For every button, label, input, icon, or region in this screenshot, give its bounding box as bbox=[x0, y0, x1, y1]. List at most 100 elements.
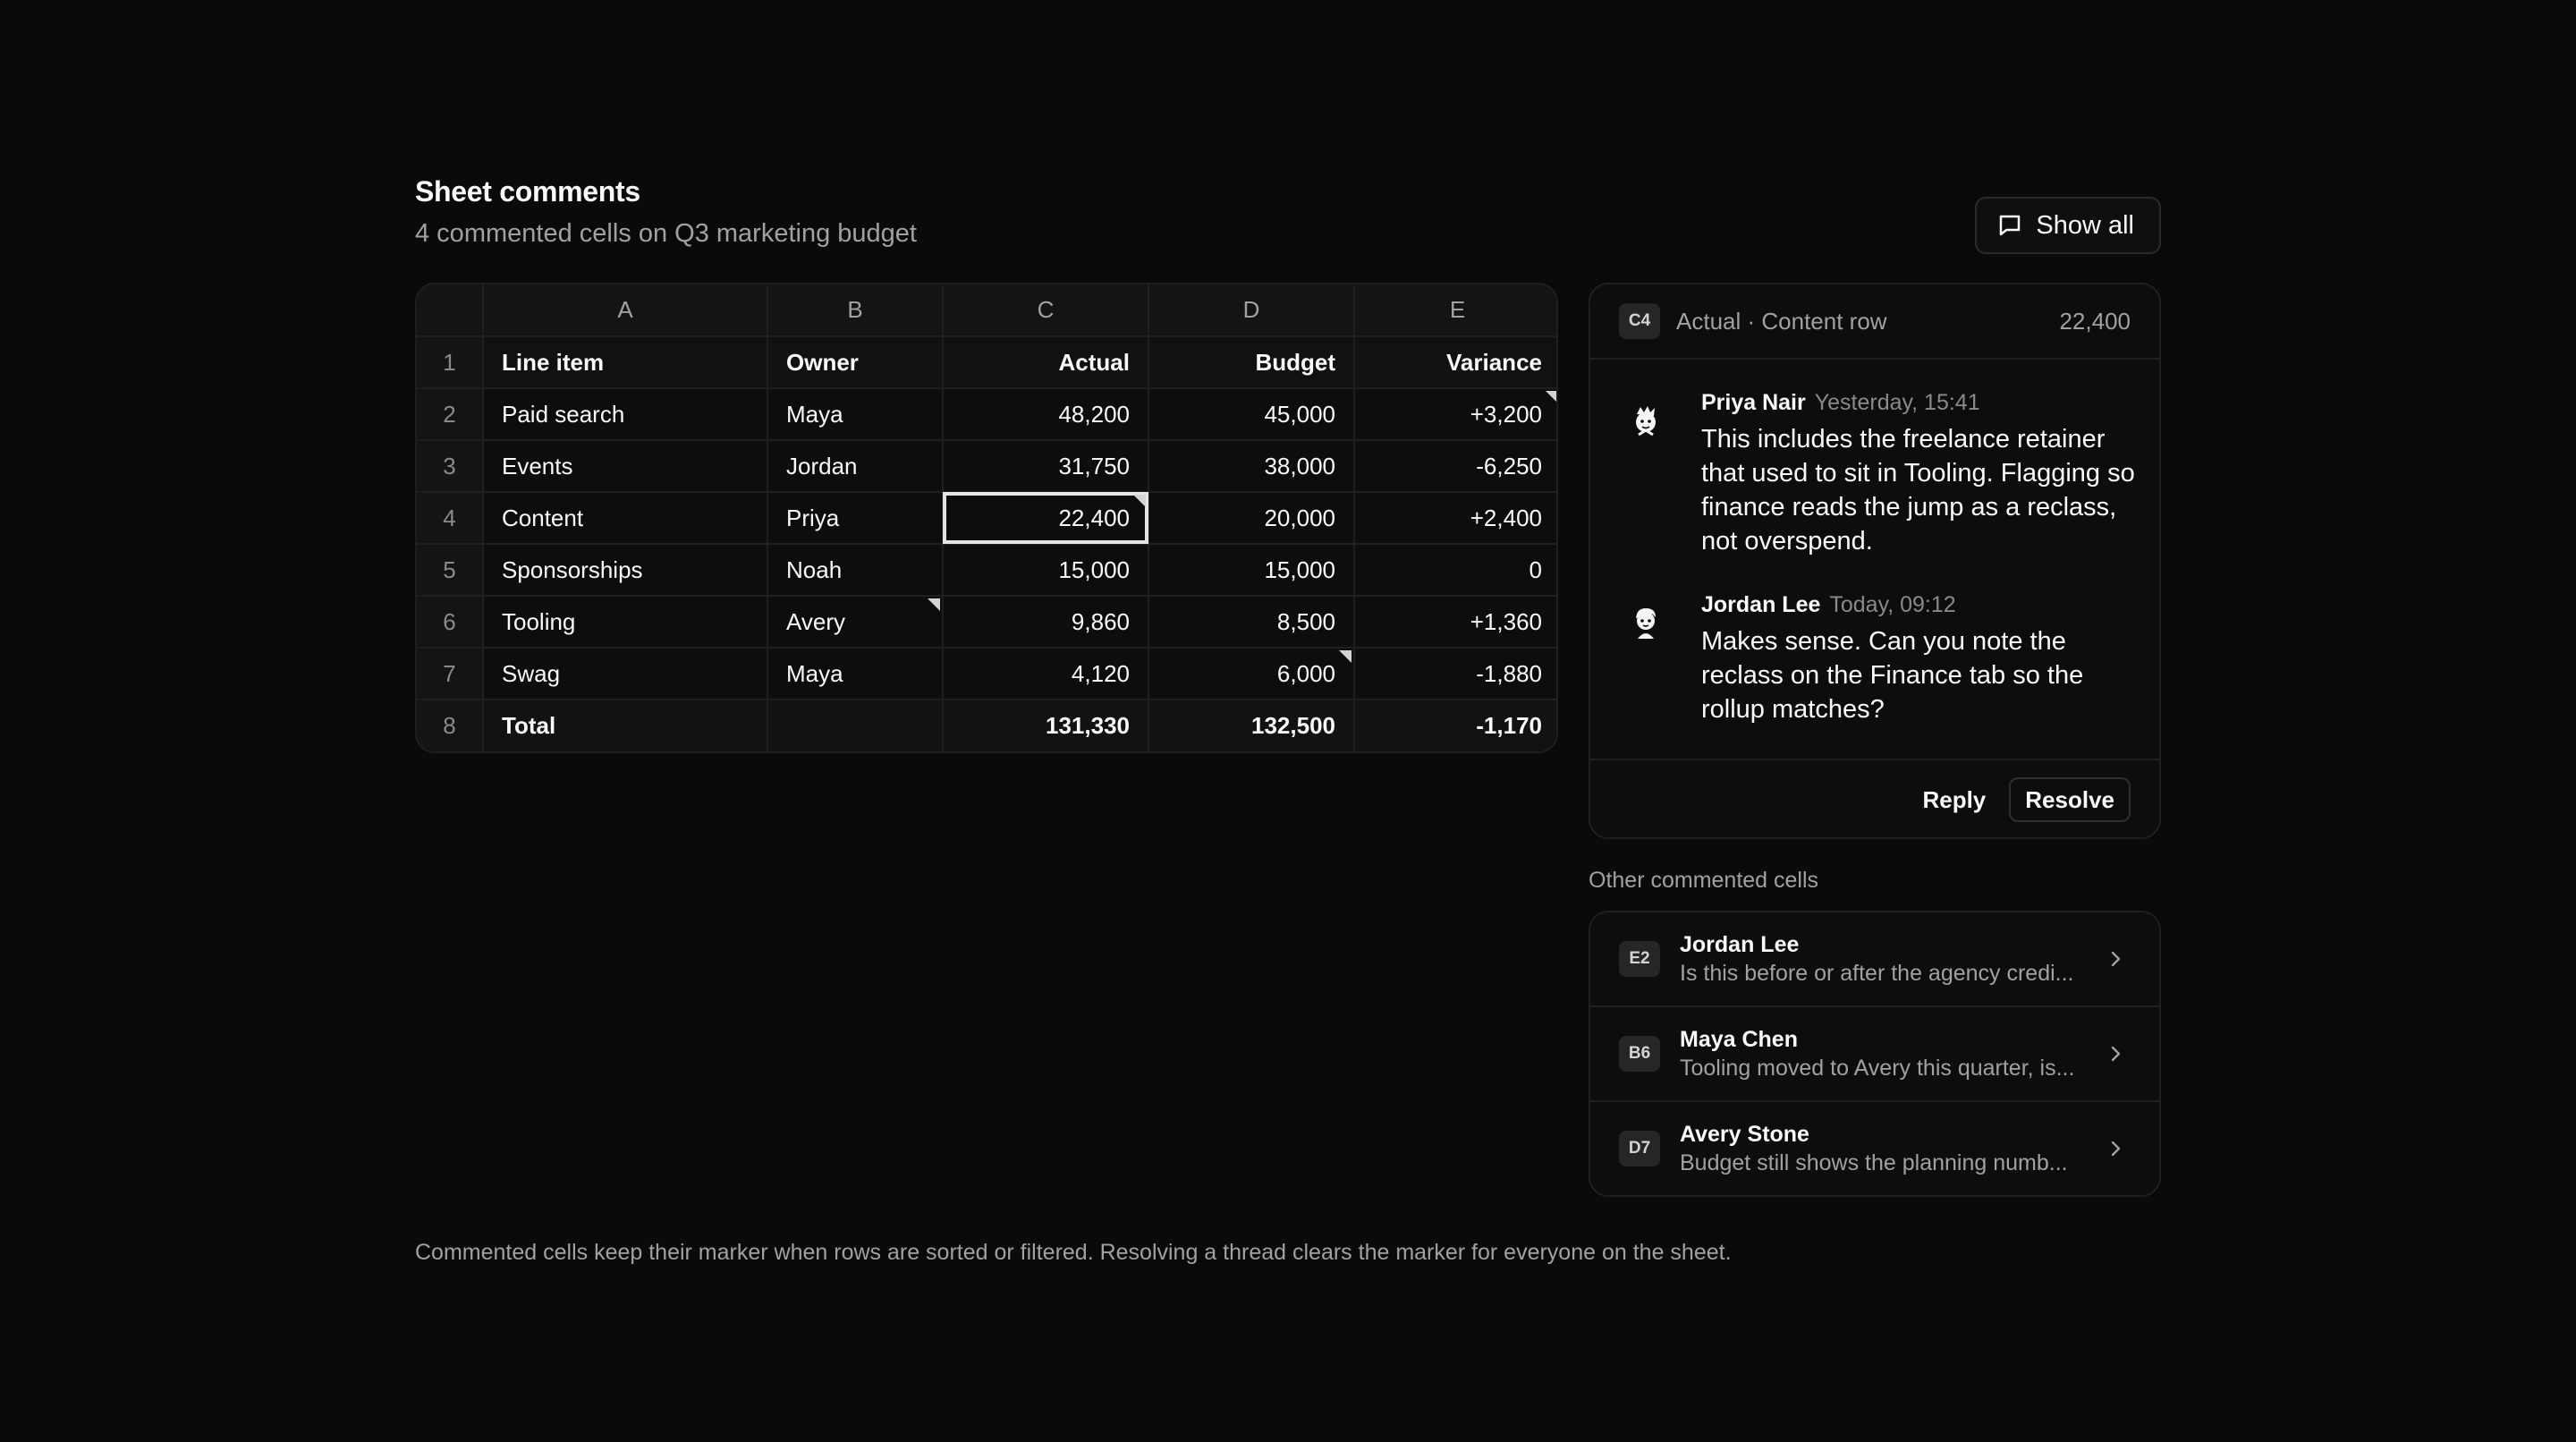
cell-c4-selected[interactable]: 22,400 bbox=[943, 492, 1149, 545]
thread-actions: Reply Resolve bbox=[1590, 759, 2159, 839]
avatar bbox=[1636, 608, 1656, 639]
cell-reference-badge: E2 bbox=[1619, 941, 1660, 977]
cell[interactable]: -1,170 bbox=[1354, 700, 1556, 751]
cell[interactable]: Tooling bbox=[483, 596, 768, 649]
cell-value: Avery bbox=[786, 607, 845, 635]
list-item[interactable]: B6 Maya Chen Tooling moved to Avery this… bbox=[1590, 1007, 2159, 1102]
cell-value: 22,400 bbox=[1058, 504, 1130, 531]
cell-value: +3,200 bbox=[1470, 400, 1542, 428]
cell[interactable]: Maya bbox=[767, 388, 944, 441]
cell[interactable]: Line item bbox=[483, 336, 768, 389]
spreadsheet-grid: A B C D E 1 Line item Owner Actual Budge… bbox=[415, 283, 1558, 753]
cell[interactable]: Swag bbox=[483, 648, 768, 700]
comment-thread-panel: C4 Actual · Content row 22,400 Priya Nai… bbox=[1589, 283, 2161, 839]
corner-cell[interactable] bbox=[417, 284, 484, 337]
comment-author: Jordan Lee bbox=[1701, 592, 1821, 617]
row-number[interactable]: 1 bbox=[417, 336, 484, 389]
column-header[interactable]: E bbox=[1354, 284, 1556, 337]
cell[interactable]: Maya bbox=[767, 648, 944, 700]
cell[interactable]: Sponsorships bbox=[483, 544, 768, 597]
other-comments-list: E2 Jordan Lee Is this before or after th… bbox=[1589, 911, 2161, 1197]
reply-button[interactable]: Reply bbox=[1910, 786, 1998, 814]
cell[interactable]: Noah bbox=[767, 544, 944, 597]
comment-author: Maya Chen bbox=[1680, 1027, 1798, 1052]
cell[interactable]: 15,000 bbox=[1148, 544, 1355, 597]
row-number[interactable]: 2 bbox=[417, 388, 484, 441]
cell[interactable]: 15,000 bbox=[943, 544, 1149, 597]
comment-author: Jordan Lee bbox=[1680, 932, 1800, 957]
table-row: 6 Tooling Avery 9,860 8,500 +1,360 bbox=[417, 596, 1556, 649]
row-number[interactable]: 6 bbox=[417, 596, 484, 649]
comment-marker[interactable] bbox=[1339, 650, 1352, 663]
cell[interactable]: +2,400 bbox=[1354, 492, 1556, 545]
cell-value: 6,000 bbox=[1276, 659, 1335, 687]
message-square-icon bbox=[2000, 215, 2021, 236]
cell[interactable]: 0 bbox=[1354, 544, 1556, 597]
cell-d7[interactable]: 6,000 bbox=[1148, 648, 1355, 700]
cell[interactable]: Actual bbox=[943, 336, 1149, 389]
cell[interactable]: 31,750 bbox=[943, 440, 1149, 493]
cell[interactable]: 4,120 bbox=[943, 648, 1149, 700]
comment-meta: Jordan Lee Today, 09:12 bbox=[1701, 592, 1956, 618]
cell[interactable]: 45,000 bbox=[1148, 388, 1355, 441]
column-header[interactable]: B bbox=[767, 284, 944, 337]
cell[interactable] bbox=[767, 700, 944, 751]
column-header[interactable]: C bbox=[943, 284, 1149, 337]
resolve-button[interactable]: Resolve bbox=[2009, 777, 2131, 822]
cell-b6[interactable]: Avery bbox=[767, 596, 944, 649]
show-all-button[interactable]: Show all bbox=[1975, 197, 2161, 254]
cell[interactable]: 9,860 bbox=[943, 596, 1149, 649]
cell[interactable]: 131,330 bbox=[943, 700, 1149, 751]
thread-context: Actual · Content row bbox=[1676, 307, 1887, 335]
list-item[interactable]: D7 Avery Stone Budget still shows the pl… bbox=[1590, 1102, 2159, 1195]
table-row: 2 Paid search Maya 48,200 45,000 +3,200 bbox=[417, 388, 1556, 441]
list-item[interactable]: E2 Jordan Lee Is this before or after th… bbox=[1590, 912, 2159, 1007]
cell[interactable]: 8,500 bbox=[1148, 596, 1355, 649]
cell[interactable]: 132,500 bbox=[1148, 700, 1355, 751]
page-subtitle: 4 commented cells on Q3 marketing budget bbox=[415, 219, 917, 248]
comment-preview: Is this before or after the agency credi… bbox=[1680, 961, 2074, 986]
cell[interactable]: 48,200 bbox=[943, 388, 1149, 441]
column-header[interactable]: D bbox=[1148, 284, 1355, 337]
comment-body: Makes sense. Can you note the reclass on… bbox=[1701, 627, 2084, 724]
cell[interactable]: 38,000 bbox=[1148, 440, 1355, 493]
page-header: Sheet comments 4 commented cells on Q3 m… bbox=[415, 175, 2161, 254]
cell-reference-badge: C4 bbox=[1619, 303, 1660, 339]
total-row: 8 Total 131,330 132,500 -1,170 bbox=[417, 700, 1556, 751]
comment-marker[interactable] bbox=[1546, 391, 1556, 403]
cell[interactable]: Jordan bbox=[767, 440, 944, 493]
comment-marker[interactable] bbox=[928, 598, 940, 611]
footer-note: Commented cells keep their marker when r… bbox=[415, 1240, 1732, 1265]
cell-e2[interactable]: +3,200 bbox=[1354, 388, 1556, 441]
comment-preview: Tooling moved to Avery this quarter, is.… bbox=[1680, 1056, 2075, 1081]
row-number[interactable]: 4 bbox=[417, 492, 484, 545]
page-title: Sheet comments bbox=[415, 175, 640, 208]
row-number[interactable]: 3 bbox=[417, 440, 484, 493]
row-number[interactable]: 5 bbox=[417, 544, 484, 597]
cell[interactable]: -1,880 bbox=[1354, 648, 1556, 700]
row-number[interactable]: 7 bbox=[417, 648, 484, 700]
cell[interactable]: Variance bbox=[1354, 336, 1556, 389]
comment-marker[interactable] bbox=[1133, 495, 1146, 507]
cell[interactable]: Priya bbox=[767, 492, 944, 545]
column-header-row: A B C D E bbox=[417, 284, 1556, 337]
comment-author: Avery Stone bbox=[1680, 1122, 1809, 1147]
chevron-right-icon bbox=[2111, 1046, 2121, 1062]
cell[interactable]: Events bbox=[483, 440, 768, 493]
cell[interactable]: Budget bbox=[1148, 336, 1355, 389]
cell[interactable]: Paid search bbox=[483, 388, 768, 441]
cell[interactable]: Total bbox=[483, 700, 768, 751]
cell[interactable]: 20,000 bbox=[1148, 492, 1355, 545]
table-row: 4 Content Priya 22,400 20,000 +2,400 bbox=[417, 492, 1556, 545]
cell[interactable]: -6,250 bbox=[1354, 440, 1556, 493]
show-all-label: Show all bbox=[2036, 210, 2134, 240]
comment-body: This includes the freelance retainer tha… bbox=[1701, 425, 2135, 556]
comment-time: Today, 09:12 bbox=[1829, 592, 1956, 617]
cell[interactable]: Owner bbox=[767, 336, 944, 389]
row-number[interactable]: 8 bbox=[417, 700, 484, 751]
avatar bbox=[1636, 406, 1656, 437]
comment-time: Yesterday, 15:41 bbox=[1814, 390, 1980, 415]
cell[interactable]: +1,360 bbox=[1354, 596, 1556, 649]
cell[interactable]: Content bbox=[483, 492, 768, 545]
column-header[interactable]: A bbox=[483, 284, 768, 337]
